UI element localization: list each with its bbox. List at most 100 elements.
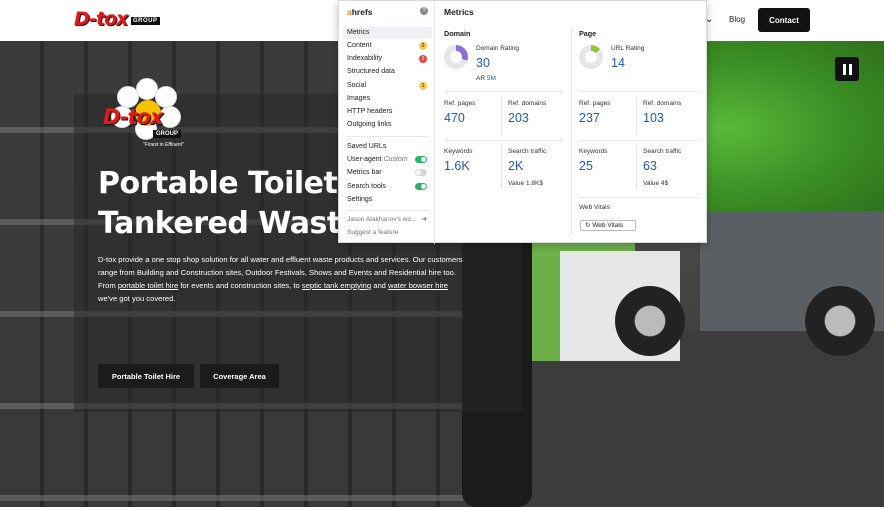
page-keywords-value[interactable]: 25 [579,159,593,173]
domain-keywords-value[interactable]: 1.6K [444,159,470,173]
web-vitals-button[interactable]: ↻ Web Vitals [580,220,636,231]
menu-item-saved-urls[interactable]: Saved URLs [343,141,432,153]
site-logo-group: GROUP [131,17,160,25]
ahrefs-rank-label: AR [476,75,486,82]
metrics-bar-toggle[interactable] [415,169,427,176]
row-divider [579,197,699,198]
menu-item-social[interactable]: Social 1 [343,80,432,92]
ahrefs-logo: ahrefs [347,7,373,17]
account-link[interactable]: Jason Atakhanov's wo... ➔ [343,214,432,226]
page-keywords-label: Keywords [579,148,608,155]
ahrefs-sidebar: ahrefs ? Metrics Content 2 Indexability 1 … [339,1,435,244]
ahrefs-rank: AR 5M [476,75,496,82]
help-icon[interactable]: ? [420,7,428,15]
hero-desc-text: we've got you covered. [98,294,176,303]
url-rating-value[interactable]: 14 [611,56,625,70]
page-ref-pages-label: Ref. pages [579,100,611,107]
menu-item-content[interactable]: Content 2 [343,40,432,52]
page-ref-domains-label: Ref. domains [643,100,682,107]
menu-item-images[interactable]: Images [343,93,432,105]
row-divider [579,91,699,92]
menu-item-label: Images [347,95,370,102]
search-tools-toggle[interactable] [415,183,427,190]
domain-rating-label: Domain Rating [476,45,519,52]
pause-icon [848,63,852,75]
menu-item-label: Settings [347,196,373,203]
menu-item-label: Social [347,82,367,89]
sidebar-divider [347,136,429,137]
domain-keywords-label: Keywords [444,148,473,155]
url-rating-label: URL Rating [611,45,645,52]
badge-group-label: GROUP [153,130,182,138]
menu-item-user-agent[interactable]: User-agent Custom [343,154,432,166]
page-traffic-value[interactable]: 63 [643,159,657,173]
row-divider [444,140,564,141]
nav-blog-link[interactable]: Blog [729,15,745,24]
page-title: Page [579,29,597,38]
ahrefs-logo-rest: hrefs [351,7,373,17]
refresh-icon: ↻ [585,222,591,229]
cell-divider [501,145,502,190]
menu-item-label: Saved URLs [347,143,387,150]
user-agent-custom-label: Custom [383,156,408,163]
web-vitals-label: Web Vitals [579,204,610,211]
menu-item-indexability[interactable]: Indexability 1 [343,53,432,65]
page-ref-domains-value[interactable]: 103 [643,111,664,125]
hero-title-line1: Portable Toilets [98,166,355,201]
menu-item-metrics[interactable]: Metrics [343,27,432,39]
domain-traffic-value[interactable]: 2K [508,159,523,173]
page-traffic-value-label: Value 4$ [643,180,669,187]
coverage-area-button[interactable]: Coverage Area [200,364,279,388]
domain-traffic-label: Search traffic [508,148,547,155]
hero-background-wheel [805,286,875,356]
water-bowser-hire-link[interactable]: water bowser hire [388,281,448,290]
menu-item-structured-data[interactable]: Structured data [343,66,432,78]
menu-item-label: Search tools [347,183,386,190]
social-count-badge: 1 [419,82,427,90]
menu-item-outgoing-links[interactable]: Outgoing links [343,119,432,131]
domain-traffic-value-label: Value 1.8K$ [508,180,543,187]
hero-description: D-tox provide a one stop shop solution f… [98,253,463,305]
hero-desc-text: and [371,281,389,290]
menu-item-label: HTTP headers [347,108,393,115]
suggest-feature-link[interactable]: Suggest a feature [343,227,432,239]
url-rating-ring [579,45,603,69]
menu-item-label: Outgoing links [347,121,392,128]
cell-divider [501,97,502,135]
domain-ref-domains-value[interactable]: 203 [508,111,529,125]
hero-logo-badge: D-tox GROUP "Finest in Effluent" [97,78,197,154]
menu-item-label: User-agent [347,156,382,163]
domain-rating-value[interactable]: 30 [476,56,490,70]
ahrefs-rank-value[interactable]: 5M [487,75,496,82]
page-ref-pages-value[interactable]: 237 [579,111,600,125]
menu-item-metrics-bar[interactable]: Metrics bar [343,167,432,179]
pause-icon [842,63,846,75]
hero-background-wheel [615,286,685,356]
ahrefs-metrics-pane: Metrics Domain Domain Rating 30 AR 5M Re… [435,1,707,244]
row-divider [579,140,699,141]
content-count-badge: 2 [419,42,427,50]
domain-ref-pages-value[interactable]: 470 [444,111,465,125]
domain-rating-ring [444,45,468,69]
portable-toilet-hire-link[interactable]: portable toilet hire [118,281,178,290]
account-name: Jason Atakhanov's wo... [347,216,417,223]
menu-item-label: Metrics [347,29,370,36]
badge-logo-text: D-tox [103,105,164,129]
menu-item-search-tools[interactable]: Search tools [343,181,432,193]
menu-item-label: Metrics bar [347,169,382,176]
menu-item-settings[interactable]: Settings [343,194,432,206]
page-traffic-label: Search traffic [643,148,682,155]
portable-toilet-hire-button[interactable]: Portable Toilet Hire [98,364,194,388]
column-divider [571,29,572,234]
user-agent-toggle[interactable] [415,156,427,163]
menu-item-http-headers[interactable]: HTTP headers [343,106,432,118]
septic-tank-emptying-link[interactable]: septic tank emptying [302,281,371,290]
pause-video-button[interactable] [835,57,859,81]
badge-tagline: "Finest in Effluent" [143,142,184,148]
row-divider [444,91,564,92]
site-logo[interactable]: D-tox [74,8,128,30]
menu-item-label: Indexability [347,55,383,62]
logout-icon[interactable]: ➔ [422,214,427,226]
nav-contact-button[interactable]: Contact [758,8,810,32]
menu-item-label: Structured data [347,68,395,75]
